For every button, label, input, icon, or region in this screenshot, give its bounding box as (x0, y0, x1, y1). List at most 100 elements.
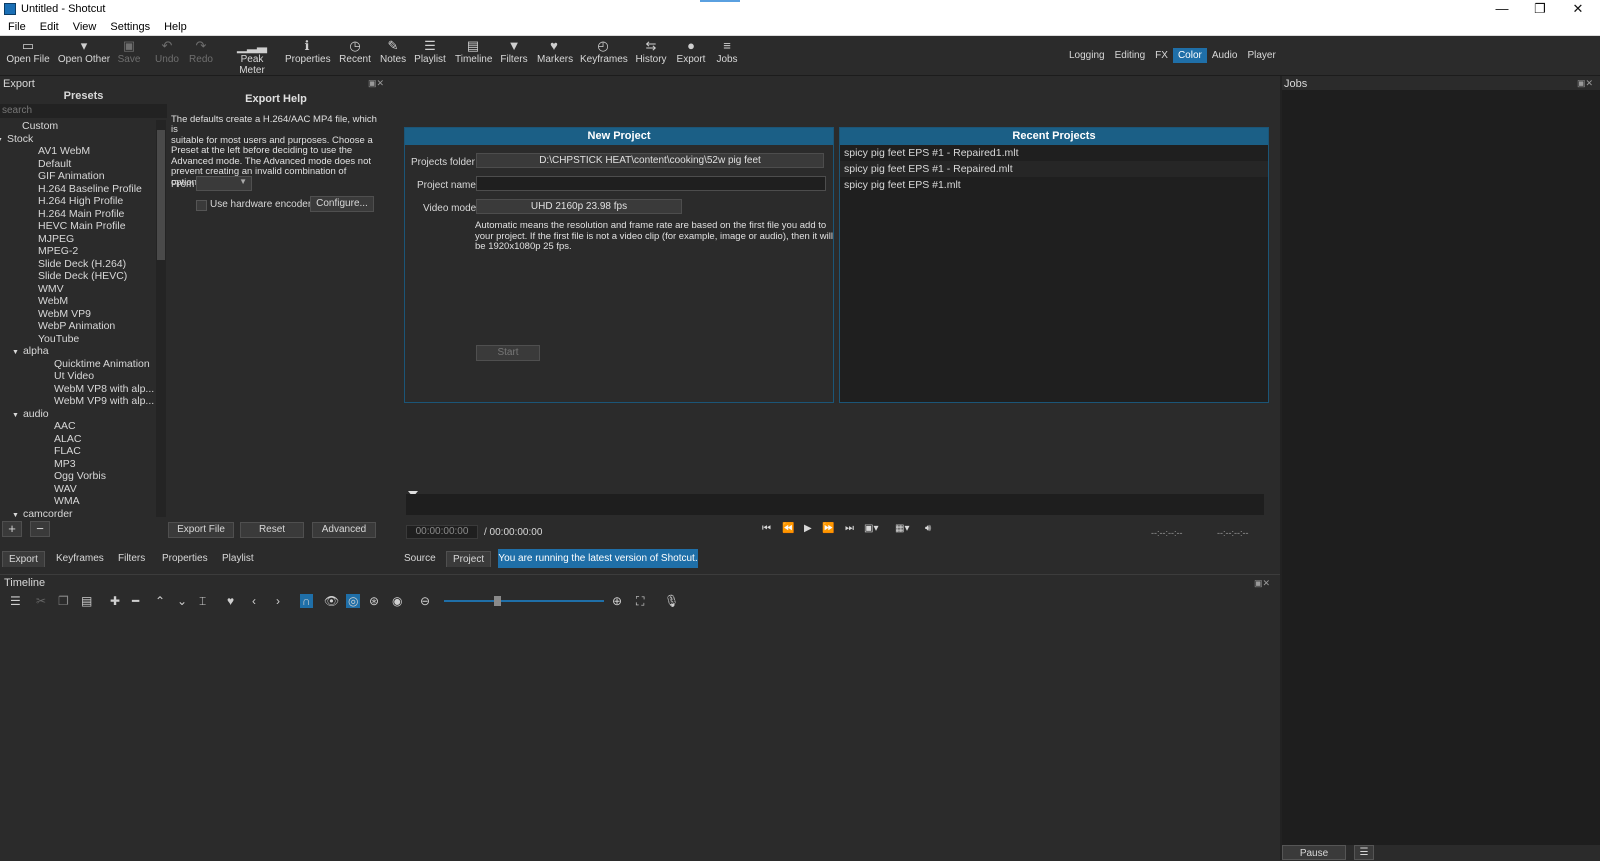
timeline-button[interactable]: ▤ Timeline (455, 38, 492, 74)
preset-tree-item[interactable]: WAV (0, 483, 155, 496)
open-file-button[interactable]: ▭ Open File (6, 38, 50, 74)
use-hardware-encoder-checkbox[interactable] (196, 200, 207, 211)
timeline-menu-icon[interactable]: ☰ (10, 594, 21, 608)
scrub-while-dragging-icon[interactable]: 👁︎ (324, 594, 339, 608)
ripple-markers-icon[interactable]: ◉ (392, 594, 402, 608)
marker-icon[interactable]: ♥ (227, 594, 234, 608)
recent-project-item[interactable]: spicy pig feet EPS #1 - Repaired.mlt (840, 161, 1268, 177)
previous-marker-icon[interactable]: ‹ (252, 594, 256, 608)
preset-tree-item[interactable]: FLAC (0, 445, 155, 458)
position-timecode[interactable]: 00:00:00:00 (406, 525, 478, 539)
preset-tree-item[interactable]: GIF Animation (0, 170, 155, 183)
recent-project-item[interactable]: spicy pig feet EPS #1 - Repaired1.mlt (840, 145, 1268, 161)
next-marker-icon[interactable]: › (276, 594, 280, 608)
snap-icon[interactable]: ∩ (300, 594, 313, 608)
minimize-button[interactable]: — (1484, 0, 1520, 18)
grid-icon[interactable]: ▦▾ (895, 523, 909, 534)
preset-tree-item[interactable]: HEVC Main Profile (0, 220, 155, 233)
layout-player[interactable]: Player (1242, 48, 1280, 63)
preset-tree-item[interactable]: MPEG-2 (0, 245, 155, 258)
expand-arrow-icon[interactable]: ▼ (0, 137, 3, 144)
history-button[interactable]: ⇆ History (635, 38, 667, 74)
tab-project[interactable]: Project (446, 551, 492, 567)
timeline-dock-float-icon[interactable]: ▣✕ (1254, 578, 1270, 589)
export-file-button[interactable]: Export File (168, 522, 234, 538)
pause-jobs-button[interactable]: Pause (1282, 845, 1346, 860)
preset-tree-item[interactable]: ALAC (0, 433, 155, 446)
preset-tree-item[interactable]: Custom (0, 120, 155, 133)
preset-tree-item[interactable]: WebM VP9 with alp... (0, 395, 155, 408)
preset-tree-item[interactable]: Ut Video (0, 370, 155, 383)
cut-icon[interactable]: ✂ (36, 594, 46, 608)
zoom-out-icon[interactable]: ⊖ (420, 594, 430, 608)
volume-icon[interactable]: 🔊︎ (925, 523, 931, 534)
playlist-button[interactable]: ☰ Playlist (414, 38, 446, 74)
preset-scrollbar[interactable] (156, 120, 166, 517)
menu-view[interactable]: View (65, 21, 103, 33)
preset-tree-item[interactable]: Default (0, 158, 155, 171)
start-button[interactable]: Start (476, 345, 540, 361)
update-notice[interactable]: You are running the latest version of Sh… (498, 549, 698, 568)
preset-tree-item[interactable]: WebM (0, 295, 155, 308)
keyframes-button[interactable]: ◴ Keyframes (580, 38, 628, 74)
peak-meter-button[interactable]: ▁▂▃ Peak Meter (228, 38, 276, 76)
properties-button[interactable]: ℹ Properties (285, 38, 331, 74)
save-button[interactable]: ▣ Save (116, 38, 142, 74)
preset-tree-item[interactable]: MJPEG (0, 233, 155, 246)
layout-color[interactable]: Color (1172, 48, 1207, 63)
preset-tree-item[interactable]: WebP Animation (0, 320, 155, 333)
zoom-slider-handle[interactable] (494, 596, 501, 606)
preset-tree-item[interactable]: Slide Deck (HEVC) (0, 270, 155, 283)
redo-button[interactable]: ↷ Redo (188, 38, 214, 74)
expand-arrow-icon[interactable]: ▼ (12, 412, 19, 419)
reset-button[interactable]: Reset (240, 522, 304, 538)
undo-button[interactable]: ↶ Undo (154, 38, 180, 74)
from-select[interactable]: ▼ (196, 176, 252, 191)
ripple-icon[interactable]: ◎ (346, 594, 361, 608)
lift-icon[interactable]: ⌃ (155, 594, 165, 608)
play-icon[interactable]: ▶ (804, 523, 812, 534)
markers-button[interactable]: ♥ Markers (537, 38, 573, 74)
jobs-list[interactable] (1282, 90, 1600, 845)
split-icon[interactable]: ⌶ (199, 594, 206, 609)
player-scrubber[interactable] (406, 494, 1264, 515)
jobs-button[interactable]: ≡ Jobs (716, 38, 738, 74)
ripple-all-tracks-icon[interactable]: ⊛ (369, 594, 379, 608)
preset-tree-item[interactable]: Slide Deck (H.264) (0, 258, 155, 271)
zoom-fit-icon[interactable]: ⛶ (636, 594, 644, 609)
expand-arrow-icon[interactable]: ▼ (12, 349, 19, 356)
ripple-delete-icon[interactable]: ━ (132, 594, 139, 608)
add-preset-button[interactable]: + (2, 521, 22, 537)
preset-tree-item[interactable]: MP3 (0, 458, 155, 471)
recent-project-item[interactable]: spicy pig feet EPS #1.mlt (840, 177, 1268, 193)
preset-tree-item[interactable]: Quicktime Animation (0, 358, 155, 371)
tab-playlist[interactable]: Playlist (216, 551, 260, 566)
layout-logging[interactable]: Logging (1064, 48, 1110, 63)
expand-arrow-icon[interactable]: ▼ (12, 512, 19, 518)
preset-tree-item[interactable]: WMV (0, 283, 155, 296)
preset-tree-item[interactable]: H.264 High Profile (0, 195, 155, 208)
recent-button[interactable]: ◷ Recent (338, 38, 372, 74)
menu-settings[interactable]: Settings (102, 21, 156, 33)
tab-properties[interactable]: Properties (156, 551, 214, 566)
preset-tree-item[interactable]: AV1 WebM (0, 145, 155, 158)
record-audio-icon[interactable]: 🎙︎ (664, 594, 679, 608)
video-mode-select[interactable]: UHD 2160p 23.98 fps (476, 199, 682, 214)
preset-tree-item[interactable]: Ogg Vorbis (0, 470, 155, 483)
layout-fx[interactable]: FX (1150, 48, 1173, 63)
open-other-button[interactable]: ▾ Open Other (56, 38, 112, 74)
close-button[interactable]: ✕ (1560, 0, 1596, 18)
preset-tree-item[interactable]: H.264 Baseline Profile (0, 183, 155, 196)
export-dock-float-icon[interactable]: ▣✕ (368, 78, 384, 89)
layout-editing[interactable]: Editing (1110, 48, 1151, 63)
jobs-menu-button[interactable]: ☰ (1354, 845, 1374, 860)
skip-to-end-icon[interactable]: ⏭ (845, 523, 854, 534)
layout-audio[interactable]: Audio (1207, 48, 1243, 63)
export-button[interactable]: ● Export (676, 38, 706, 74)
zoom-in-icon[interactable]: ⊕ (612, 594, 622, 608)
preset-search-input[interactable]: search (0, 104, 167, 118)
project-name-input[interactable] (476, 176, 826, 191)
rewind-icon[interactable]: ⏪ (782, 523, 794, 534)
zoom-slider[interactable] (444, 600, 604, 602)
preset-tree-item[interactable]: YouTube (0, 333, 155, 346)
